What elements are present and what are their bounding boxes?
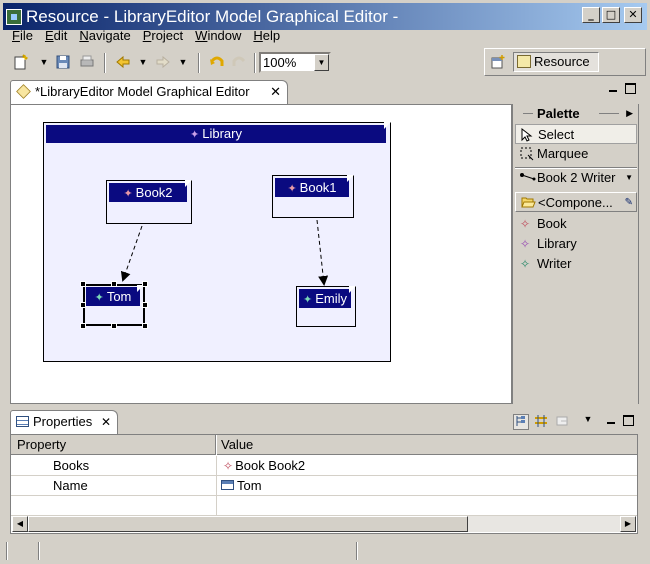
marquee-tool-label: Marquee <box>537 146 589 161</box>
view-menu-icon[interactable]: ▼ <box>580 414 596 430</box>
drawer-label: <Compone... <box>538 195 613 210</box>
book-tool-label: Book <box>537 216 567 231</box>
chevron-down-icon[interactable]: ▼ <box>625 168 633 187</box>
book1-writer-connection[interactable] <box>316 219 329 286</box>
pin-icon[interactable]: ✎ <box>625 193 633 212</box>
close-icon[interactable]: ✕ <box>101 411 111 433</box>
marquee-icon <box>520 147 534 164</box>
horizontal-scrollbar[interactable]: ◀ ▶ <box>12 516 636 532</box>
properties-header-row: Property Value <box>11 435 637 455</box>
connection-icon <box>520 171 536 186</box>
column-header-property[interactable]: Property <box>11 435 216 455</box>
restore-default-icon[interactable] <box>555 414 571 430</box>
properties-tab-label: Properties <box>33 414 93 429</box>
scroll-right-icon[interactable]: ▶ <box>620 516 636 532</box>
arrow-pointer-icon <box>521 127 533 145</box>
book2-writer-connection[interactable] <box>120 225 143 282</box>
select-tool-label: Select <box>538 127 575 142</box>
scroll-thumb[interactable] <box>28 516 468 532</box>
table-row <box>11 496 637 516</box>
writer-icon: ✧ <box>520 257 531 271</box>
palette: Palette ▶ Select Marquee Book 2 Writer ▼… <box>512 104 638 404</box>
text-field-icon <box>221 480 234 490</box>
palette-title: Palette <box>537 106 580 121</box>
library-tool-label: Library <box>537 236 577 251</box>
properties-icon <box>16 416 29 427</box>
palette-menu-icon[interactable]: ▶ <box>626 104 633 123</box>
tab-properties[interactable]: Properties ✕ <box>10 410 118 434</box>
select-tool[interactable]: Select <box>515 124 637 144</box>
filter-advanced-icon[interactable] <box>533 414 549 430</box>
table-row[interactable]: Name Tom <box>11 476 637 496</box>
scroll-left-icon[interactable]: ◀ <box>12 516 28 532</box>
library-icon: ✧ <box>520 237 531 251</box>
maximize-view-icon[interactable] <box>623 415 634 426</box>
properties-tab-bar: Properties ✕ ▼ <box>10 410 638 434</box>
library-tool[interactable]: ✧ Library <box>515 234 637 254</box>
book-tool[interactable]: ✧ Book <box>515 214 637 234</box>
property-value[interactable]: ✧ Book Book2 <box>216 456 637 476</box>
status-bar <box>0 538 650 564</box>
writer-tool[interactable]: ✧ Writer <box>515 254 637 274</box>
property-value[interactable]: Tom <box>216 476 637 496</box>
property-name: Books <box>53 458 90 473</box>
book2writer-connection-tool[interactable]: Book 2 Writer ▼ <box>515 168 637 188</box>
palette-header[interactable]: Palette ▶ <box>515 104 637 124</box>
folder-open-icon <box>521 196 536 212</box>
properties-table: Property Value Books ✧ Book Book2 Name To… <box>10 434 638 534</box>
book-icon: ✧ <box>520 217 531 231</box>
property-name: Name <box>53 478 88 493</box>
editor-right-border <box>638 104 646 404</box>
table-row[interactable]: Books ✧ Book Book2 <box>11 456 637 476</box>
components-drawer[interactable]: <Compone... ✎ <box>515 192 637 212</box>
book-icon: ✧ <box>223 459 234 473</box>
connection-tool-label: Book 2 Writer <box>537 170 616 185</box>
column-header-value[interactable]: Value <box>216 435 637 455</box>
show-categories-icon[interactable] <box>513 414 529 430</box>
marquee-tool[interactable]: Marquee <box>515 144 637 164</box>
writer-tool-label: Writer <box>537 256 572 271</box>
minimize-view-icon[interactable] <box>606 415 617 426</box>
